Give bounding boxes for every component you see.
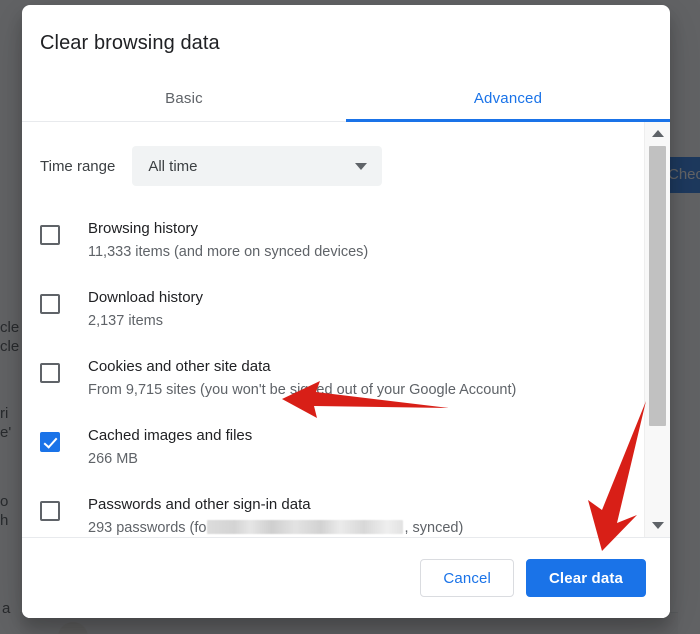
option-subtitle: 11,333 items (and more on synced devices… — [88, 244, 369, 260]
tab-advanced[interactable]: Advanced — [346, 75, 670, 121]
chevron-down-icon — [355, 163, 368, 170]
dialog-tabs: Basic Advanced — [22, 75, 670, 122]
caret-up-icon[interactable] — [651, 130, 664, 137]
tab-basic[interactable]: Basic — [22, 75, 346, 121]
dialog-body: Time range All time Browsing history 11,… — [22, 122, 670, 537]
option-title: Browsing history — [88, 220, 199, 237]
dialog-scroll-content: Time range All time Browsing history 11,… — [22, 122, 644, 537]
option-text: Passwords and other sign-in data 293 pas… — [88, 489, 463, 537]
time-range-select[interactable]: All time — [132, 146, 383, 186]
clear-data-button[interactable]: Clear data — [525, 559, 646, 597]
option-subtitle: 2,137 items — [88, 313, 163, 329]
option-subtitle-prefix: 293 passwords (fo — [88, 520, 207, 536]
checkbox-passwords-and-signin-data[interactable] — [40, 501, 60, 521]
clear-browsing-data-dialog: Clear browsing data Basic Advanced Time … — [22, 5, 670, 618]
option-text: Download history 2,137 items — [88, 282, 203, 333]
redacted-text-block — [207, 520, 404, 534]
option-subtitle-suffix: , synced) — [404, 520, 464, 536]
checkbox-cached-images-and-files[interactable] — [40, 432, 60, 452]
checkbox-download-history[interactable] — [40, 294, 60, 314]
option-subtitle: From 9,715 sites (you won't be signed ou… — [88, 382, 517, 398]
dialog-title: Clear browsing data — [40, 32, 220, 54]
option-subtitle: 266 MB — [88, 451, 138, 467]
option-cookies-and-site-data[interactable]: Cookies and other site data From 9,715 s… — [22, 342, 644, 411]
option-passwords-and-signin-data[interactable]: Passwords and other sign-in data 293 pas… — [22, 480, 644, 537]
scrollbar-thumb[interactable] — [649, 146, 666, 426]
option-title: Passwords and other sign-in data — [88, 496, 311, 513]
option-text: Cached images and files 266 MB — [88, 420, 252, 471]
option-title: Cookies and other site data — [88, 358, 271, 375]
option-cached-images-and-files[interactable]: Cached images and files 266 MB — [22, 411, 644, 480]
option-browsing-history[interactable]: Browsing history 11,333 items (and more … — [22, 204, 644, 273]
screen-root: cle cle ri e' o h Chec a Clear browsing … — [0, 0, 700, 634]
option-title: Cached images and files — [88, 427, 253, 444]
option-subtitle: 293 passwords (fo , synced) — [88, 520, 463, 536]
dialog-scrollbar[interactable] — [644, 122, 670, 537]
caret-down-icon[interactable] — [651, 522, 664, 529]
dialog-footer: Cancel Clear data — [22, 537, 670, 618]
checkbox-cookies-and-site-data[interactable] — [40, 363, 60, 383]
checkbox-browsing-history[interactable] — [40, 225, 60, 245]
time-range-value: All time — [148, 157, 198, 175]
option-text: Browsing history 11,333 items (and more … — [88, 213, 368, 264]
time-range-label: Time range — [40, 157, 116, 175]
option-text: Cookies and other site data From 9,715 s… — [88, 351, 516, 402]
option-download-history[interactable]: Download history 2,137 items — [22, 273, 644, 342]
option-title: Download history — [88, 289, 204, 306]
cancel-button[interactable]: Cancel — [420, 559, 514, 597]
data-type-list: Browsing history 11,333 items (and more … — [22, 186, 644, 537]
time-range-row: Time range All time — [22, 122, 644, 186]
